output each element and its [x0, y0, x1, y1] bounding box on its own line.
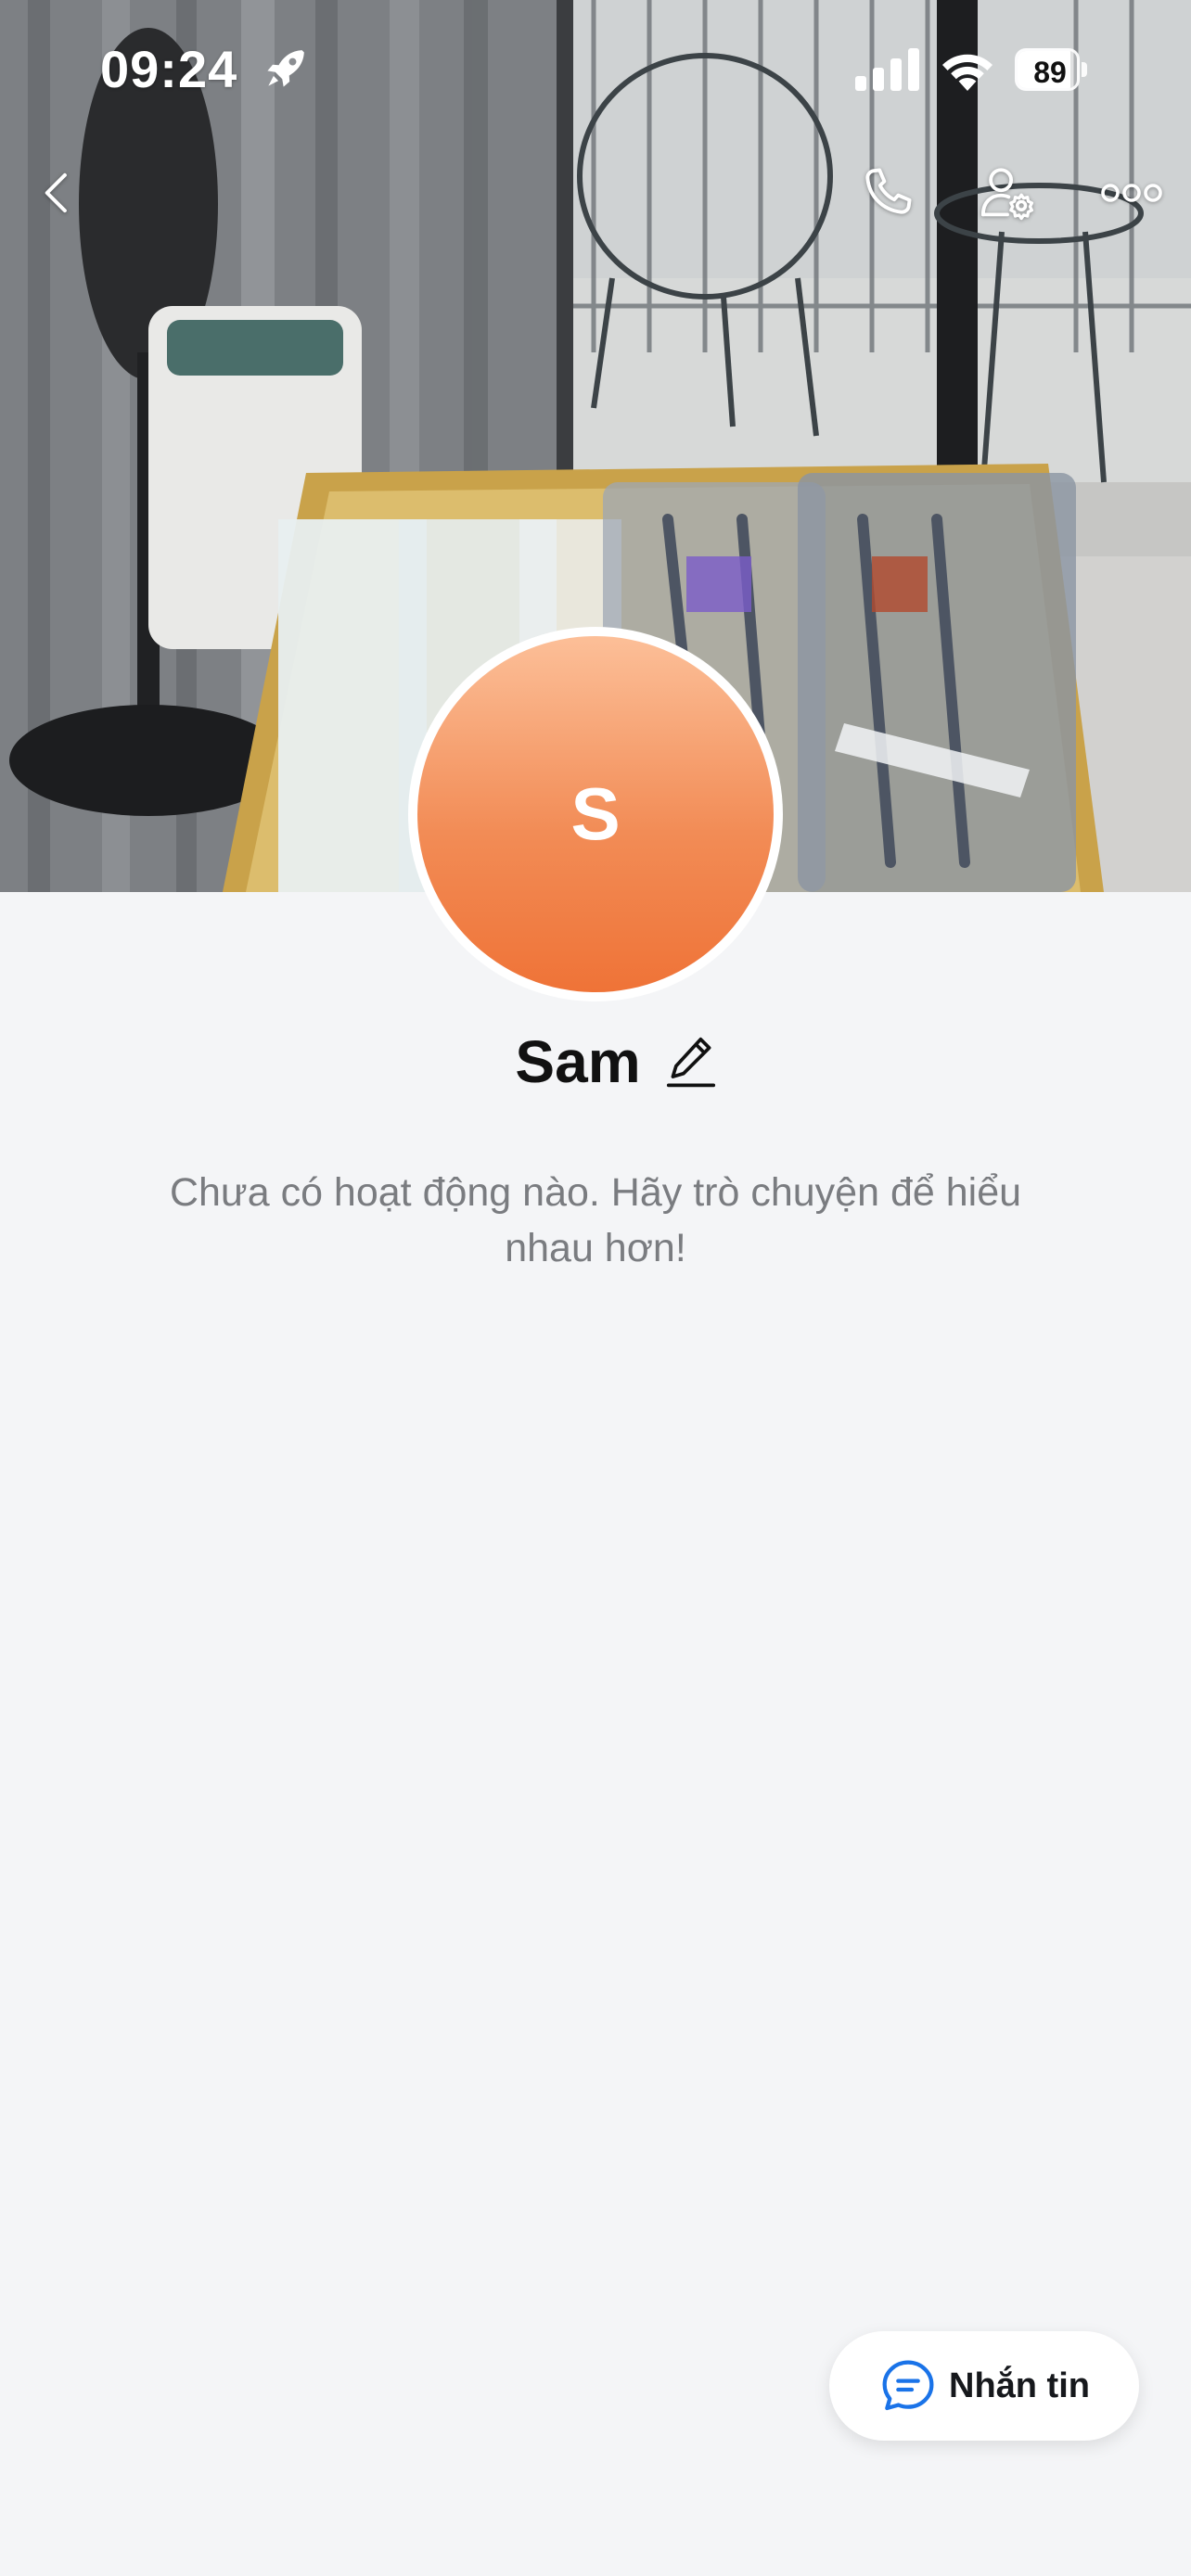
profile-settings-button[interactable] — [970, 156, 1044, 230]
rocket-icon — [267, 50, 304, 87]
profile-name: Sam — [515, 1028, 641, 1095]
signal-icon — [855, 48, 919, 91]
avatar[interactable]: S — [408, 627, 783, 1001]
profile-name-row: Sam — [0, 1027, 1191, 1096]
chevron-left-icon — [45, 172, 67, 213]
more-horizontal-icon — [1101, 184, 1162, 202]
avatar-initial: S — [570, 772, 621, 855]
message-button-label: Nhắn tin — [949, 2366, 1090, 2405]
wifi-icon — [942, 54, 992, 91]
battery-level: 89 — [1033, 56, 1067, 89]
battery-icon: 89 — [1015, 48, 1087, 91]
battery-cap — [1082, 62, 1087, 77]
chat-bubble-icon — [882, 2360, 934, 2411]
message-button[interactable]: Nhắn tin — [829, 2331, 1139, 2441]
battery-body: 89 — [1015, 48, 1080, 91]
call-button[interactable] — [850, 156, 924, 230]
empty-activity-message: Chưa có hoạt động nào. Hãy trò chuyện để… — [169, 1170, 1022, 1270]
profile-screen: 09:24 89 S Sam Chưa có hoạt động nào. Hã… — [0, 0, 1191, 2576]
status-bar: 09:24 89 — [0, 0, 1191, 139]
back-button[interactable] — [20, 156, 95, 230]
phone-icon — [865, 168, 912, 214]
pencil-icon — [666, 1037, 715, 1088]
user-settings-icon — [980, 168, 1034, 221]
edit-name-button[interactable] — [661, 1032, 721, 1091]
avatar-circle: S — [417, 636, 774, 992]
more-options-button[interactable] — [1095, 156, 1169, 230]
status-time: 09:24 — [100, 40, 238, 98]
